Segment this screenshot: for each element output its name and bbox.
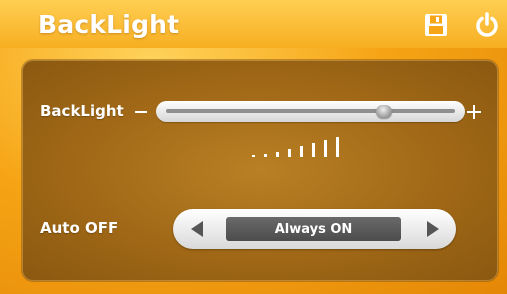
auto-off-value: Always ON — [226, 217, 401, 241]
backlight-slider[interactable] — [156, 101, 465, 122]
level-scale-mark — [288, 149, 291, 157]
slider-groove — [166, 109, 455, 113]
backlight-label: BackLight — [40, 102, 124, 120]
page-title: BackLight — [38, 10, 180, 39]
level-scale-mark — [252, 155, 255, 157]
arrow-right-icon — [427, 221, 439, 237]
auto-off-selector: Always ON — [173, 209, 456, 249]
power-icon — [476, 12, 498, 37]
level-scale-mark — [336, 137, 339, 157]
level-scale-mark — [264, 154, 267, 157]
level-scale-mark — [300, 146, 303, 157]
slider-knob[interactable] — [375, 105, 392, 118]
header-bar: BackLight — [0, 0, 507, 48]
auto-off-next-button[interactable] — [422, 218, 444, 240]
save-icon — [425, 14, 447, 36]
plus-icon-v — [473, 105, 475, 119]
level-scale-mark — [312, 143, 315, 157]
auto-off-prev-button[interactable] — [186, 218, 208, 240]
arrow-left-icon — [191, 221, 203, 237]
level-scale-mark — [276, 152, 279, 157]
auto-off-label: Auto OFF — [40, 219, 119, 237]
level-scale-mark — [324, 140, 327, 157]
save-button[interactable] — [421, 10, 451, 40]
power-button[interactable] — [472, 10, 502, 40]
backlight-level-scale — [252, 133, 362, 157]
decrease-backlight-button[interactable] — [135, 111, 147, 113]
